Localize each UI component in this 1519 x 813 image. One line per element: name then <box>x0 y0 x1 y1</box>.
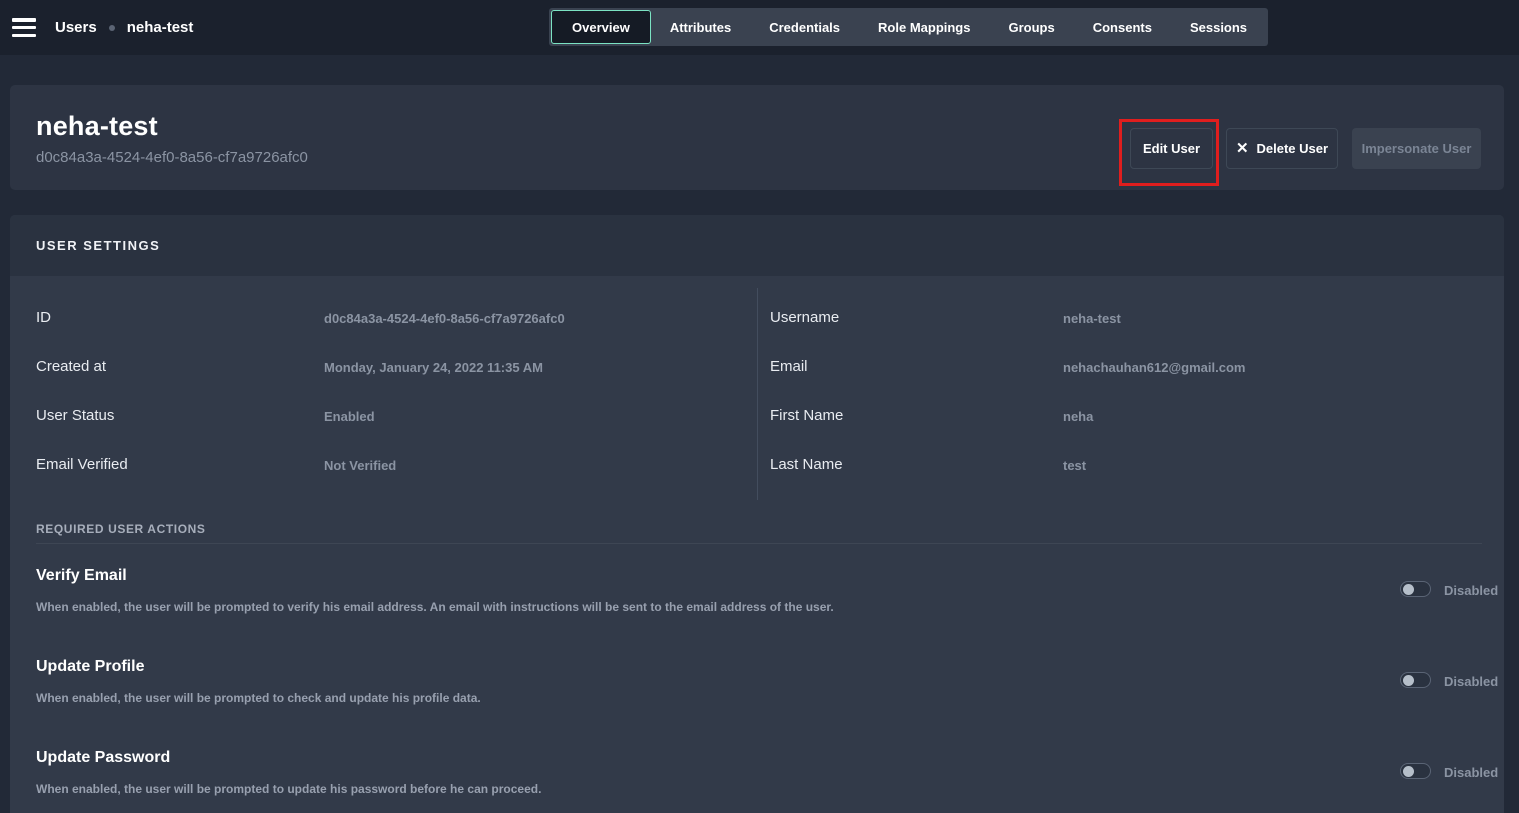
update-password-toggle[interactable] <box>1400 763 1431 779</box>
tab-role-mappings[interactable]: Role Mappings <box>859 10 989 44</box>
user-header-card: neha-test d0c84a3a-4524-4ef0-8a56-cf7a97… <box>10 85 1504 190</box>
field-label-last-name: Last Name <box>770 456 843 473</box>
field-label-first-name: First Name <box>770 407 843 424</box>
field-value-created-at: Monday, January 24, 2022 11:35 AM <box>324 360 543 375</box>
delete-user-button[interactable]: ✕ Delete User <box>1226 128 1338 169</box>
action-title-update-profile: Update Profile <box>36 658 144 676</box>
breadcrumb-separator-icon <box>109 25 115 31</box>
field-value-id: d0c84a3a-4524-4ef0-8a56-cf7a9726afc0 <box>324 311 565 326</box>
breadcrumb-current-user: neha-test <box>127 19 194 36</box>
field-value-user-status: Enabled <box>324 409 375 424</box>
column-divider <box>757 288 758 500</box>
top-bar: Users neha-test Overview Attributes Cred… <box>0 0 1519 55</box>
action-desc-update-profile: When enabled, the user will be prompted … <box>36 691 481 705</box>
toggle-knob <box>1403 584 1414 595</box>
field-value-first-name: neha <box>1063 409 1093 424</box>
user-settings-card: USER SETTINGS ID d0c84a3a-4524-4ef0-8a56… <box>10 215 1504 813</box>
toggle-knob <box>1403 766 1414 777</box>
field-label-email: Email <box>770 358 808 375</box>
user-id-subtitle: d0c84a3a-4524-4ef0-8a56-cf7a9726afc0 <box>36 149 308 166</box>
field-value-username: neha-test <box>1063 311 1121 326</box>
action-title-update-password: Update Password <box>36 749 170 767</box>
field-label-username: Username <box>770 309 839 326</box>
field-value-email-verified: Not Verified <box>324 458 396 473</box>
tab-bar: Overview Attributes Credentials Role Map… <box>549 8 1268 46</box>
verify-email-state: Disabled <box>1444 583 1498 598</box>
breadcrumb: Users neha-test <box>55 0 193 55</box>
update-profile-toggle[interactable] <box>1400 672 1431 688</box>
update-password-state: Disabled <box>1444 765 1498 780</box>
toggle-knob <box>1403 675 1414 686</box>
action-title-verify-email: Verify Email <box>36 567 127 585</box>
page-title: neha-test <box>36 111 158 142</box>
action-desc-verify-email: When enabled, the user will be prompted … <box>36 600 834 614</box>
delete-user-label: Delete User <box>1257 141 1329 156</box>
required-user-actions-title: REQUIRED USER ACTIONS <box>36 522 206 536</box>
tab-consents[interactable]: Consents <box>1074 10 1171 44</box>
field-label-user-status: User Status <box>36 407 114 424</box>
verify-email-toggle[interactable] <box>1400 581 1431 597</box>
action-desc-update-password: When enabled, the user will be prompted … <box>36 782 541 796</box>
field-label-email-verified: Email Verified <box>36 456 128 473</box>
user-settings-header: USER SETTINGS <box>10 215 1504 276</box>
field-label-id: ID <box>36 309 51 326</box>
field-value-last-name: test <box>1063 458 1086 473</box>
impersonate-user-button: Impersonate User <box>1352 128 1481 169</box>
tab-overview[interactable]: Overview <box>551 10 651 44</box>
menu-icon[interactable] <box>12 18 36 37</box>
tab-sessions[interactable]: Sessions <box>1171 10 1266 44</box>
tab-attributes[interactable]: Attributes <box>651 10 750 44</box>
section-divider <box>36 543 1482 544</box>
update-profile-state: Disabled <box>1444 674 1498 689</box>
breadcrumb-users[interactable]: Users <box>55 19 97 36</box>
field-label-created-at: Created at <box>36 358 106 375</box>
tab-credentials[interactable]: Credentials <box>750 10 859 44</box>
field-value-email: nehachauhan612@gmail.com <box>1063 360 1245 375</box>
edit-user-button[interactable]: Edit User <box>1130 128 1213 169</box>
user-settings-title: USER SETTINGS <box>36 238 160 253</box>
tab-groups[interactable]: Groups <box>989 10 1073 44</box>
x-icon: ✕ <box>1236 141 1249 156</box>
